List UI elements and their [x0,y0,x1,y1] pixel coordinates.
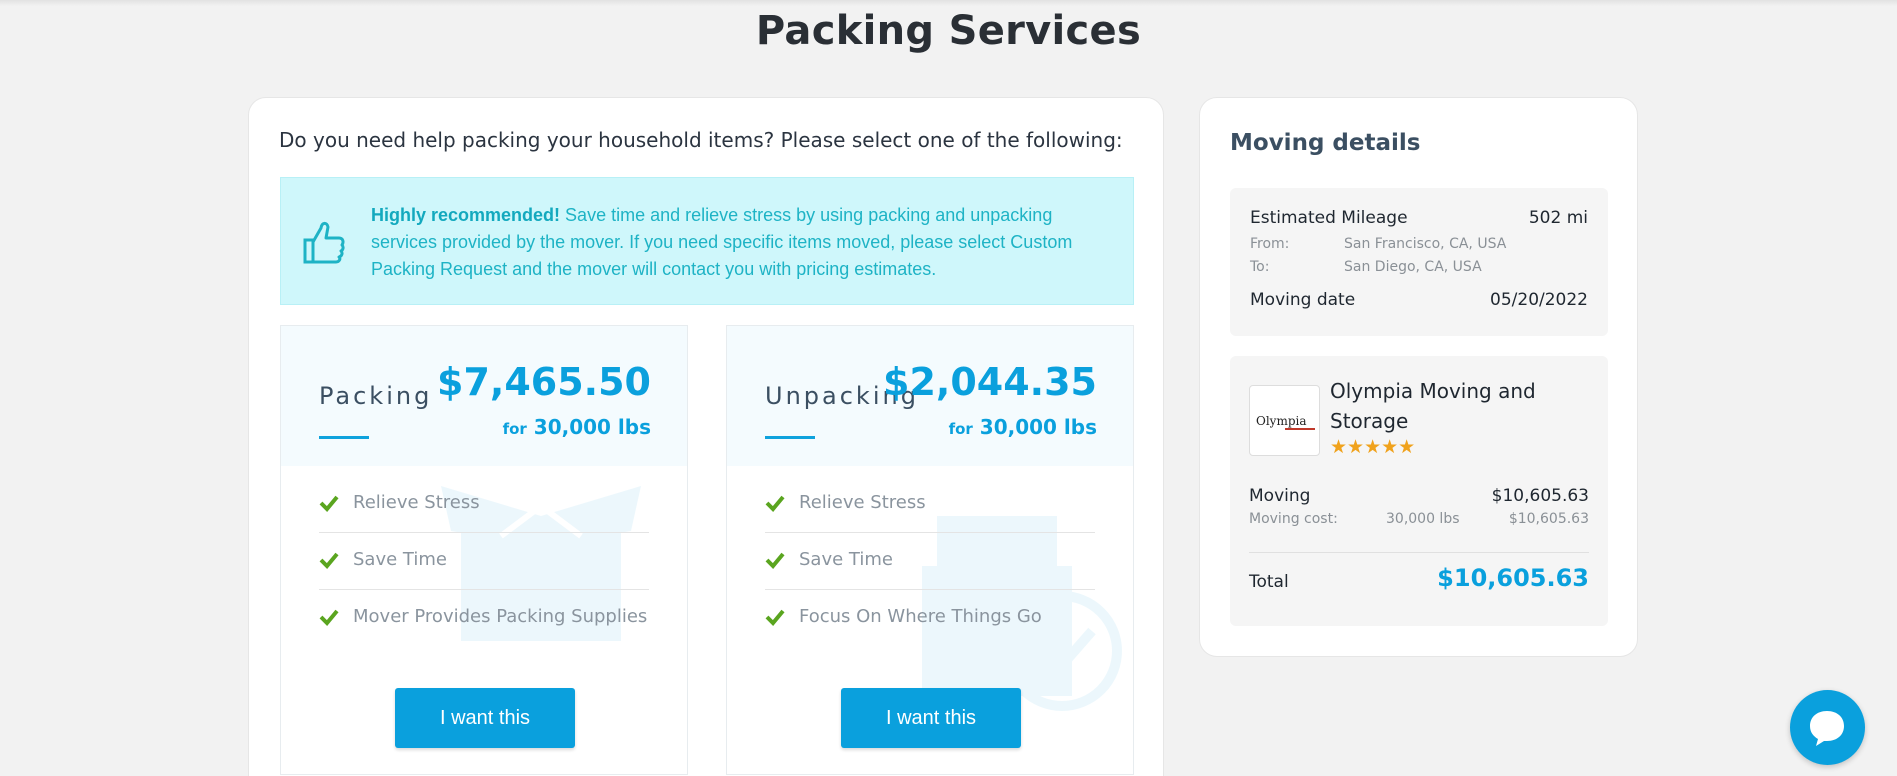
service-underline [765,436,815,439]
check-icon [319,495,339,512]
cost-weight: 30,000 lbs [1386,511,1460,527]
total-value: $10,605.63 [1437,564,1589,592]
recommendation-text: Highly recommended! Save time and reliev… [371,202,1111,283]
check-icon [319,609,339,626]
feature-item: Relieve Stress [765,476,1095,533]
from-label: From: [1250,236,1290,252]
feature-item: Focus On Where Things Go [765,590,1095,647]
moving-date-label: Moving date [1250,290,1356,310]
feature-text: Save Time [799,549,893,570]
for-label: for [502,420,527,438]
mileage-label: Estimated Mileage [1250,208,1408,228]
service-underline [319,436,369,439]
service-weight: for 30,000 lbs [949,415,1097,439]
moving-label: Moving [1249,486,1311,506]
feature-text: Save Time [353,549,447,570]
packing-options-card: Do you need help packing your household … [248,97,1164,776]
recommendation-banner: Highly recommended! Save time and reliev… [280,177,1134,305]
check-icon [765,609,785,626]
mover-logo-text: Olympia [1256,414,1307,428]
check-icon [765,552,785,569]
to-label: To: [1250,259,1270,275]
service-price: $2,044.35 [883,360,1097,404]
feature-item: Save Time [319,533,649,590]
moving-value: $10,605.63 [1491,486,1589,506]
mover-logo: Olympia [1249,385,1320,456]
chat-icon [1810,711,1844,746]
thumbs-up-icon [303,221,345,264]
weight-value: 30,000 lbs [533,415,651,439]
feature-text: Relieve Stress [799,492,926,513]
unpacking-header: Unpacking $2,044.35 for 30,000 lbs [727,326,1133,466]
cost-value: $10,605.63 [1508,511,1589,527]
recommendation-bold: Highly recommended! [371,205,561,225]
feature-text: Mover Provides Packing Supplies [353,606,648,627]
star-rating: ★★★★★ [1330,436,1416,458]
check-icon [319,552,339,569]
check-icon [765,495,785,512]
cost-label: Moving cost: [1249,511,1338,527]
feature-text: Relieve Stress [353,492,480,513]
to-value: San Diego, CA, USA [1344,259,1482,275]
mover-name: Olympia Moving and Storage [1330,379,1536,433]
feature-item: Save Time [765,533,1095,590]
moving-details-title: Moving details [1230,130,1421,156]
moving-details-card: Moving details Estimated Mileage 502 mi … [1199,97,1638,657]
divider [1249,552,1589,553]
logo-mark [1285,428,1315,430]
route-summary: Estimated Mileage 502 mi From: San Franc… [1230,188,1608,336]
from-value: San Francisco, CA, USA [1344,236,1507,252]
page-title: Packing Services [755,8,1142,54]
moving-date-value: 05/20/2022 [1490,290,1588,310]
feature-text: Focus On Where Things Go [799,606,1042,627]
feature-item: Mover Provides Packing Supplies [319,590,649,647]
unpacking-service-card: Unpacking $2,044.35 for 30,000 lbs Relie… [726,325,1134,775]
service-weight: for 30,000 lbs [503,415,651,439]
packing-question: Do you need help packing your household … [279,128,1123,152]
packing-header: Packing $7,465.50 for 30,000 lbs [281,326,687,466]
service-name: Packing [319,382,433,410]
feature-item: Relieve Stress [319,476,649,533]
mileage-value: 502 mi [1528,208,1588,228]
weight-value: 30,000 lbs [979,415,1097,439]
mover-summary: Olympia Olympia Moving and Storage ★★★★★… [1230,356,1608,626]
chat-button[interactable] [1790,690,1865,765]
service-price: $7,465.50 [437,360,651,404]
packing-service-card: Packing $7,465.50 for 30,000 lbs Relieve… [280,325,688,775]
unpacking-want-button[interactable]: I want this [841,688,1021,748]
total-label: Total [1249,572,1289,592]
packing-want-button[interactable]: I want this [395,688,575,748]
for-label: for [948,420,973,438]
top-shade [0,0,1897,6]
